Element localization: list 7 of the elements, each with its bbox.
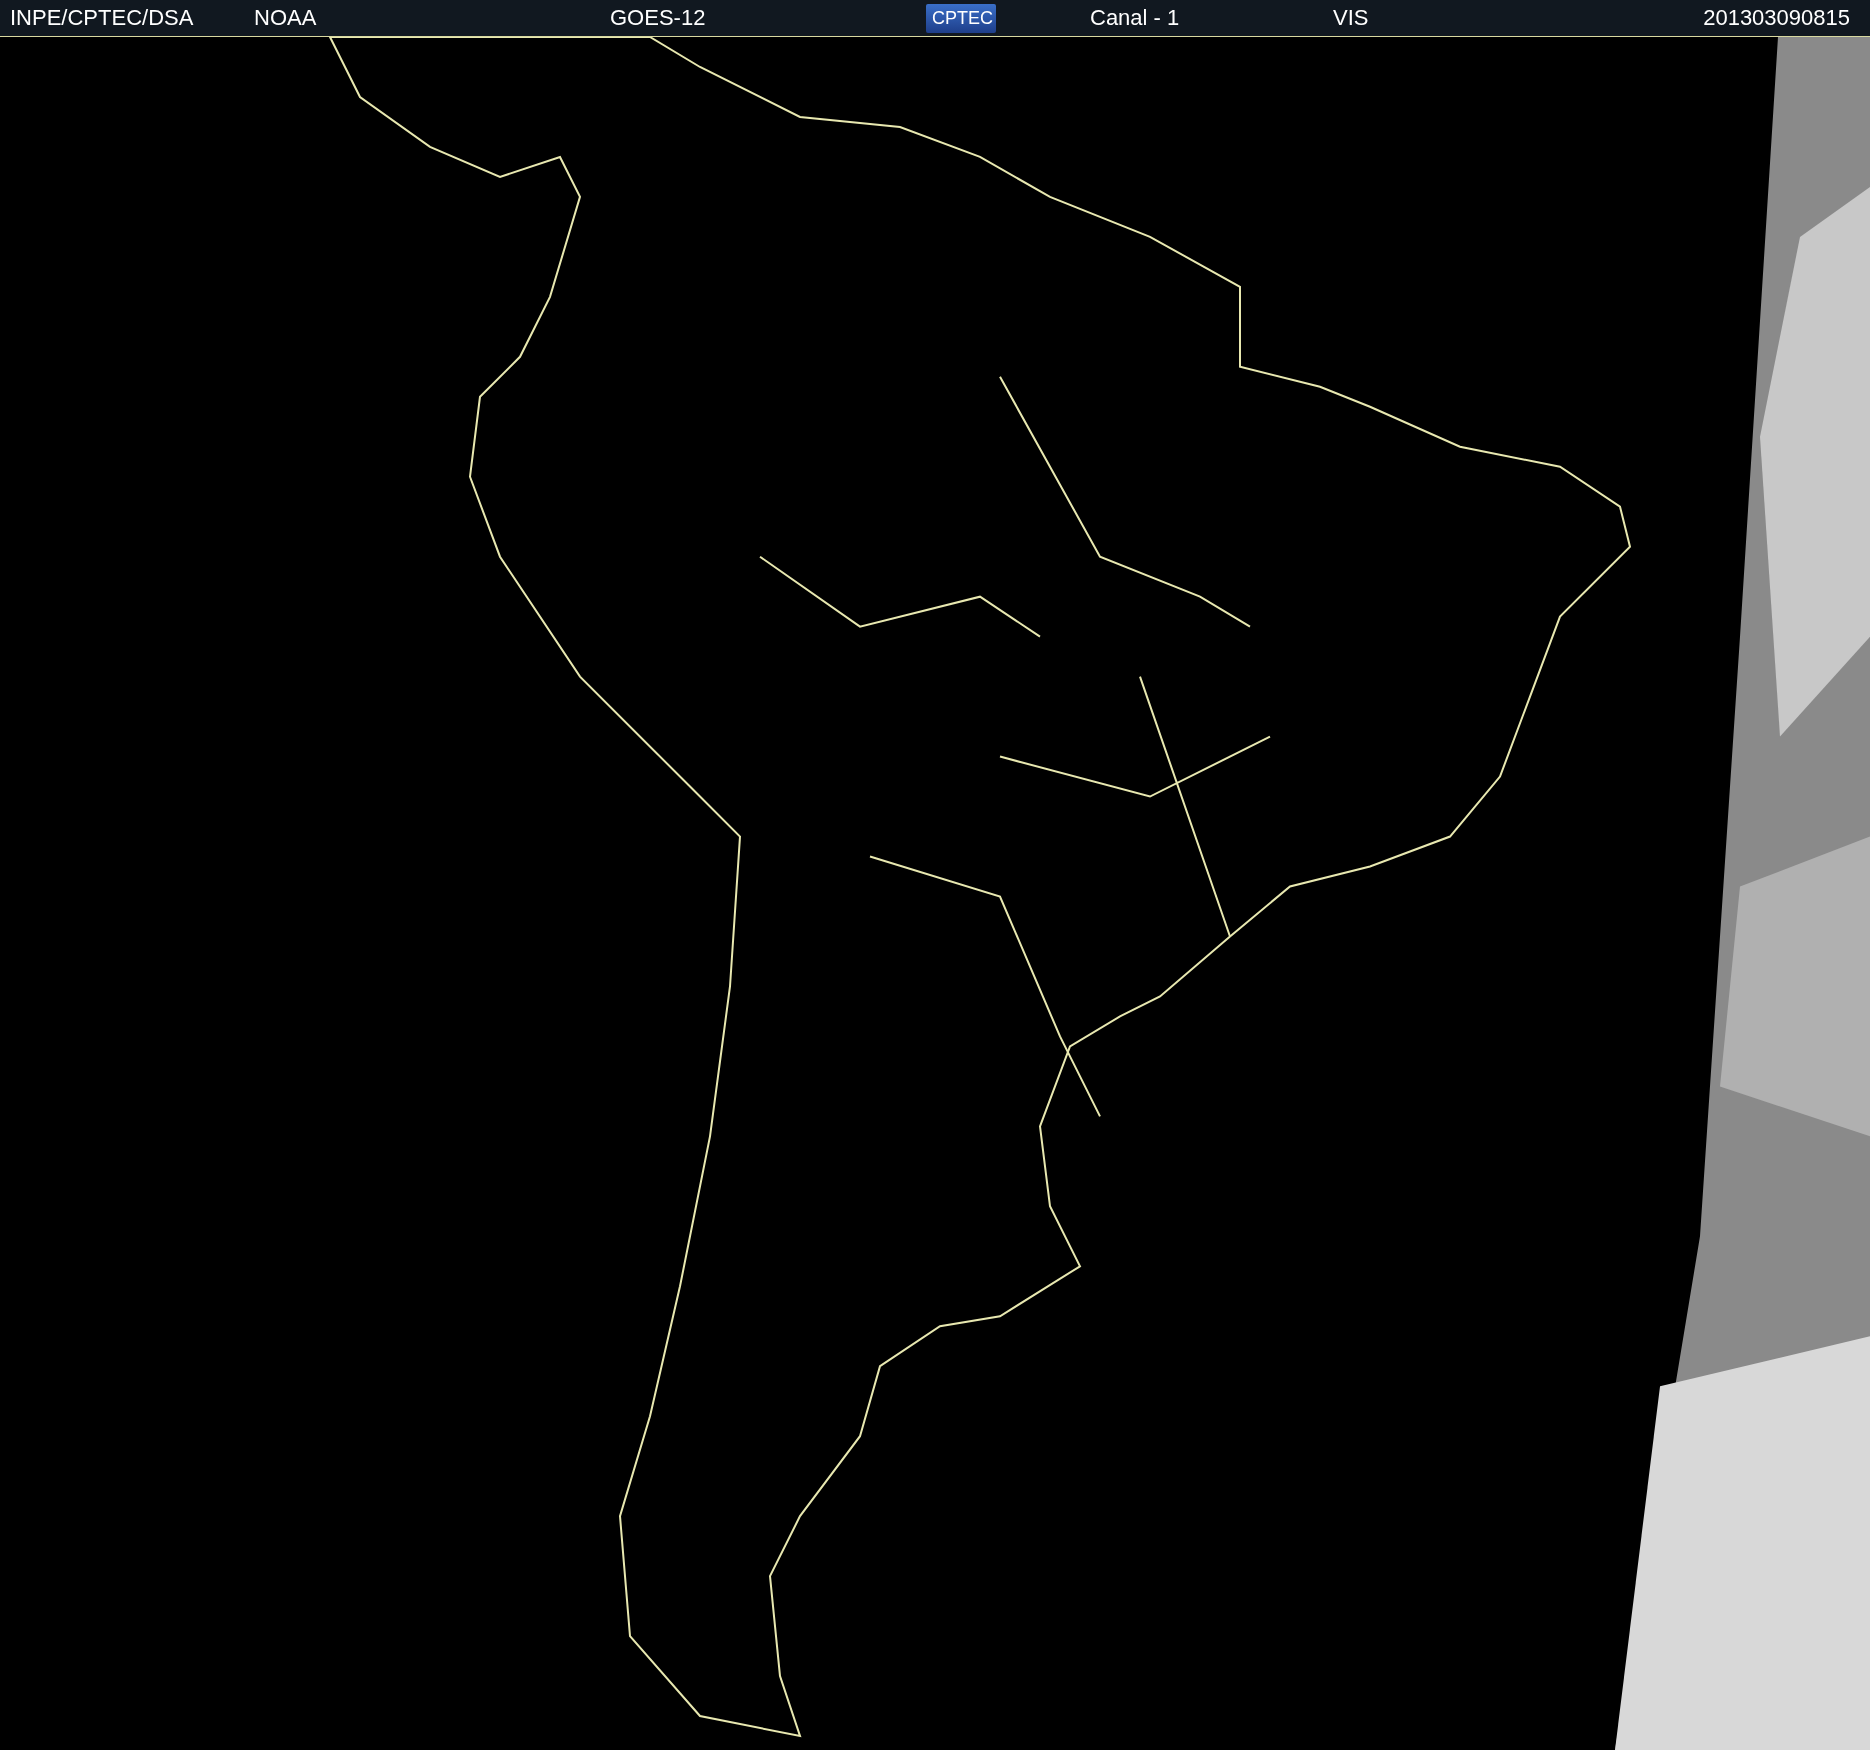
header-label: 201303090815 bbox=[1703, 5, 1850, 31]
logo: CPTEC bbox=[926, 3, 996, 33]
header-label: Canal - 1 bbox=[1090, 5, 1180, 31]
header-label: NOAA bbox=[254, 5, 317, 31]
header-label: VIS bbox=[1333, 5, 1369, 31]
header-label: INPE/CPTEC/DSA bbox=[10, 5, 194, 31]
header-label: GOES-12 bbox=[610, 5, 706, 31]
